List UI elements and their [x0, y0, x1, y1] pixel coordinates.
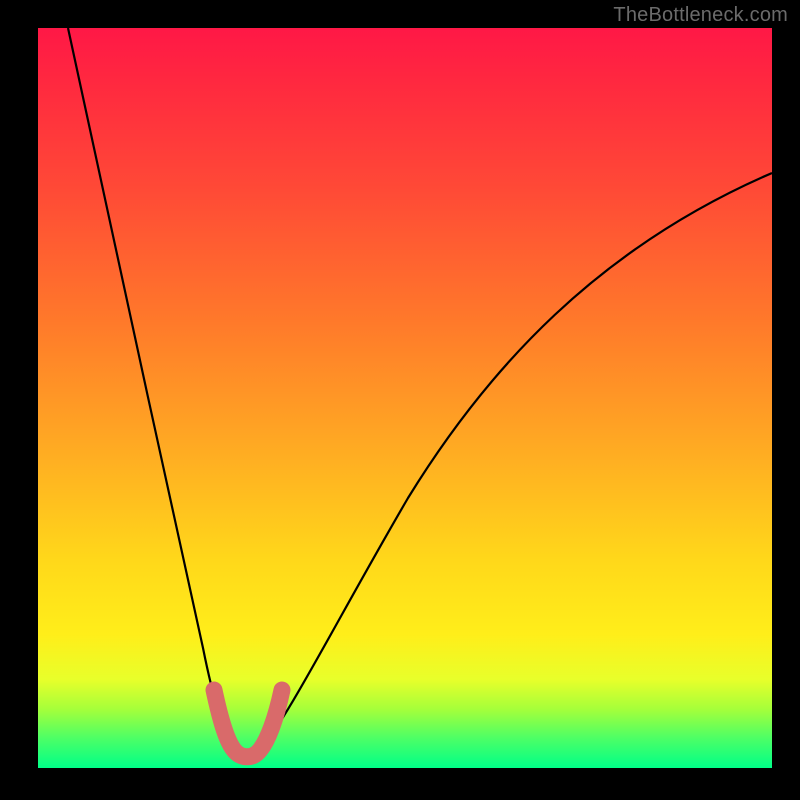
watermark-text: TheBottleneck.com: [613, 4, 788, 27]
chart-frame: TheBottleneck.com: [0, 0, 800, 800]
curve-layer: [38, 28, 772, 768]
plot-area: [38, 28, 772, 768]
bottleneck-curve: [68, 28, 772, 759]
optimal-range-marker: [214, 690, 282, 757]
